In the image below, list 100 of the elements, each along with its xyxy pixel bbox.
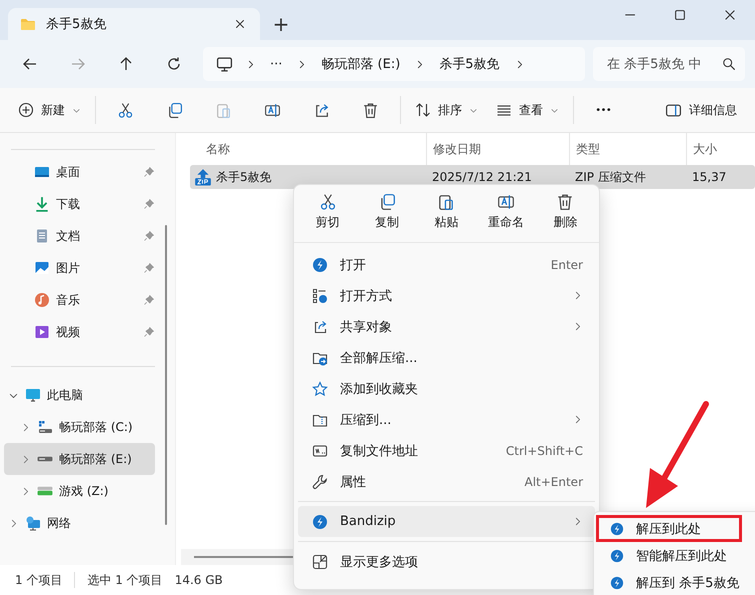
computer-icon xyxy=(216,56,233,72)
submenu-item[interactable]: 解压到 杀手5赦免 xyxy=(596,569,742,595)
tree-item[interactable]: 此电脑 xyxy=(4,379,155,411)
drive-icon xyxy=(37,456,53,462)
rename-icon xyxy=(496,193,515,211)
back-arrow-icon xyxy=(22,56,38,72)
context-action-button[interactable]: 剪切 xyxy=(300,191,356,238)
monitor-icon xyxy=(25,387,41,403)
picture-icon xyxy=(34,260,50,276)
new-button[interactable]: 新建 xyxy=(10,94,89,126)
desktop-icon xyxy=(34,164,50,180)
menu-item[interactable]: 显示更多选项 xyxy=(298,546,595,577)
status-text: 1 个项目 xyxy=(15,572,62,588)
sort-arrows-icon xyxy=(415,102,431,118)
submenu-item[interactable]: 解压到此处 xyxy=(596,515,742,542)
breadcrumb[interactable]: 畅玩部落 (E:) xyxy=(319,55,402,73)
lightning-circle-icon xyxy=(610,576,624,590)
lightning-circle-icon xyxy=(610,548,624,562)
lightning-circle-icon xyxy=(312,514,328,530)
sidebar-item[interactable]: 图片 xyxy=(4,252,175,284)
search-field[interactable]: 在 杀手5赦免 中 xyxy=(593,47,745,81)
up-arrow-icon xyxy=(118,56,134,72)
context-action-button[interactable]: 粘贴 xyxy=(418,191,474,238)
address-bar[interactable]: ··· 畅玩部落 (E:) 杀手5赦免 xyxy=(203,47,585,81)
lightning-circle-icon xyxy=(610,522,624,536)
column-header[interactable]: 名称 xyxy=(176,140,426,158)
share-icon xyxy=(312,318,328,334)
scissors-icon xyxy=(117,102,134,118)
close-icon xyxy=(234,18,246,30)
expand-window-icon xyxy=(312,554,328,570)
context-action-button[interactable]: 复制 xyxy=(359,191,416,238)
menu-item[interactable]: 打开方式 xyxy=(298,280,595,311)
pin-icon xyxy=(143,262,155,274)
path-icon xyxy=(312,442,328,458)
clipboard-icon xyxy=(215,102,232,118)
sidebar-item[interactable]: 音乐 xyxy=(4,284,175,316)
document-icon xyxy=(34,228,50,244)
sidebar-item[interactable]: 文档 xyxy=(4,220,175,252)
menu-item[interactable]: Bandizip xyxy=(298,506,595,537)
pin-icon xyxy=(143,230,155,242)
status-text: 选中 1 个项目 xyxy=(87,572,163,588)
menu-item[interactable]: 复制文件地址 Ctrl+Shift+C xyxy=(298,435,595,466)
more-dots-icon xyxy=(595,107,612,113)
plus-circle-icon xyxy=(18,102,34,118)
music-note-icon xyxy=(34,292,50,308)
menu-item[interactable]: 全部解压缩... xyxy=(298,342,595,373)
zip-file-icon xyxy=(194,168,212,186)
lightning-circle-icon xyxy=(312,256,328,272)
download-arrow-icon xyxy=(34,196,50,212)
folder-icon xyxy=(20,16,36,32)
shortcut-text: Ctrl+Shift+C xyxy=(506,444,583,458)
file-cell: ZIP 压缩文件 xyxy=(575,168,646,186)
maximize-icon xyxy=(673,8,687,22)
details-pane-icon xyxy=(665,102,682,118)
pin-icon xyxy=(143,166,155,178)
context-action-button[interactable]: 重命名 xyxy=(478,191,534,238)
drive-icon xyxy=(37,486,53,496)
menu-item[interactable]: 共享对象 xyxy=(298,311,595,342)
tab-title: 杀手5赦免 xyxy=(46,16,108,33)
submenu-item[interactable]: 智能解压到此处 xyxy=(596,542,742,569)
status-text: 14.6 GB xyxy=(174,573,223,587)
menu-item[interactable]: 压缩到... xyxy=(298,404,595,435)
sidebar-item[interactable]: 下载 xyxy=(4,188,175,220)
folder-tab[interactable]: 杀手5赦免 xyxy=(8,8,260,40)
sidebar-item[interactable]: 视频 xyxy=(4,316,175,348)
context-action-button[interactable]: 删除 xyxy=(537,191,594,238)
tree-item[interactable]: 游戏 (Z:) xyxy=(4,475,155,507)
sidebar-item[interactable]: 桌面 xyxy=(4,156,175,188)
shortcut-text: Alt+Enter xyxy=(524,474,583,488)
file-cell: 杀手5赦免 xyxy=(216,168,272,186)
system-drive-icon xyxy=(37,419,53,435)
network-icon xyxy=(25,515,41,531)
copy-icon xyxy=(166,102,183,118)
video-icon xyxy=(34,324,50,340)
breadcrumb[interactable]: 杀手5赦免 xyxy=(437,55,502,73)
menu-item[interactable]: 属性 Alt+Enter xyxy=(298,466,595,497)
menu-item[interactable]: 打开 Enter xyxy=(298,249,595,280)
tree-item[interactable]: 网络 xyxy=(4,507,155,539)
sort-button[interactable]: 排序 xyxy=(407,94,486,126)
scrollbar[interactable] xyxy=(165,225,167,525)
file-cell: 2025/7/12 21:21 xyxy=(432,170,532,184)
pin-icon xyxy=(143,326,155,338)
breadcrumb[interactable]: ··· xyxy=(268,56,284,72)
star-icon xyxy=(312,380,328,396)
clipboard-icon xyxy=(437,193,456,211)
minimize-icon xyxy=(624,14,636,16)
shortcut-text: Enter xyxy=(550,258,583,272)
tree-item[interactable]: 畅玩部落 (C:) xyxy=(4,411,155,443)
new-tab-button[interactable]: + xyxy=(266,9,296,39)
scissors-icon xyxy=(318,193,337,211)
forward-arrow-icon xyxy=(70,56,86,72)
tree-item[interactable]: 畅玩部落 (E:) xyxy=(4,443,155,475)
horizontal-scrollbar[interactable] xyxy=(181,549,296,565)
menu-item[interactable]: 添加到收藏夹 xyxy=(298,373,595,404)
close-icon xyxy=(723,8,737,22)
rename-icon xyxy=(264,102,281,118)
details-button[interactable]: 详细信息 xyxy=(657,94,745,126)
search-icon xyxy=(722,57,736,71)
file-cell: 15,37 xyxy=(692,170,726,184)
view-button[interactable]: 查看 xyxy=(488,94,567,126)
